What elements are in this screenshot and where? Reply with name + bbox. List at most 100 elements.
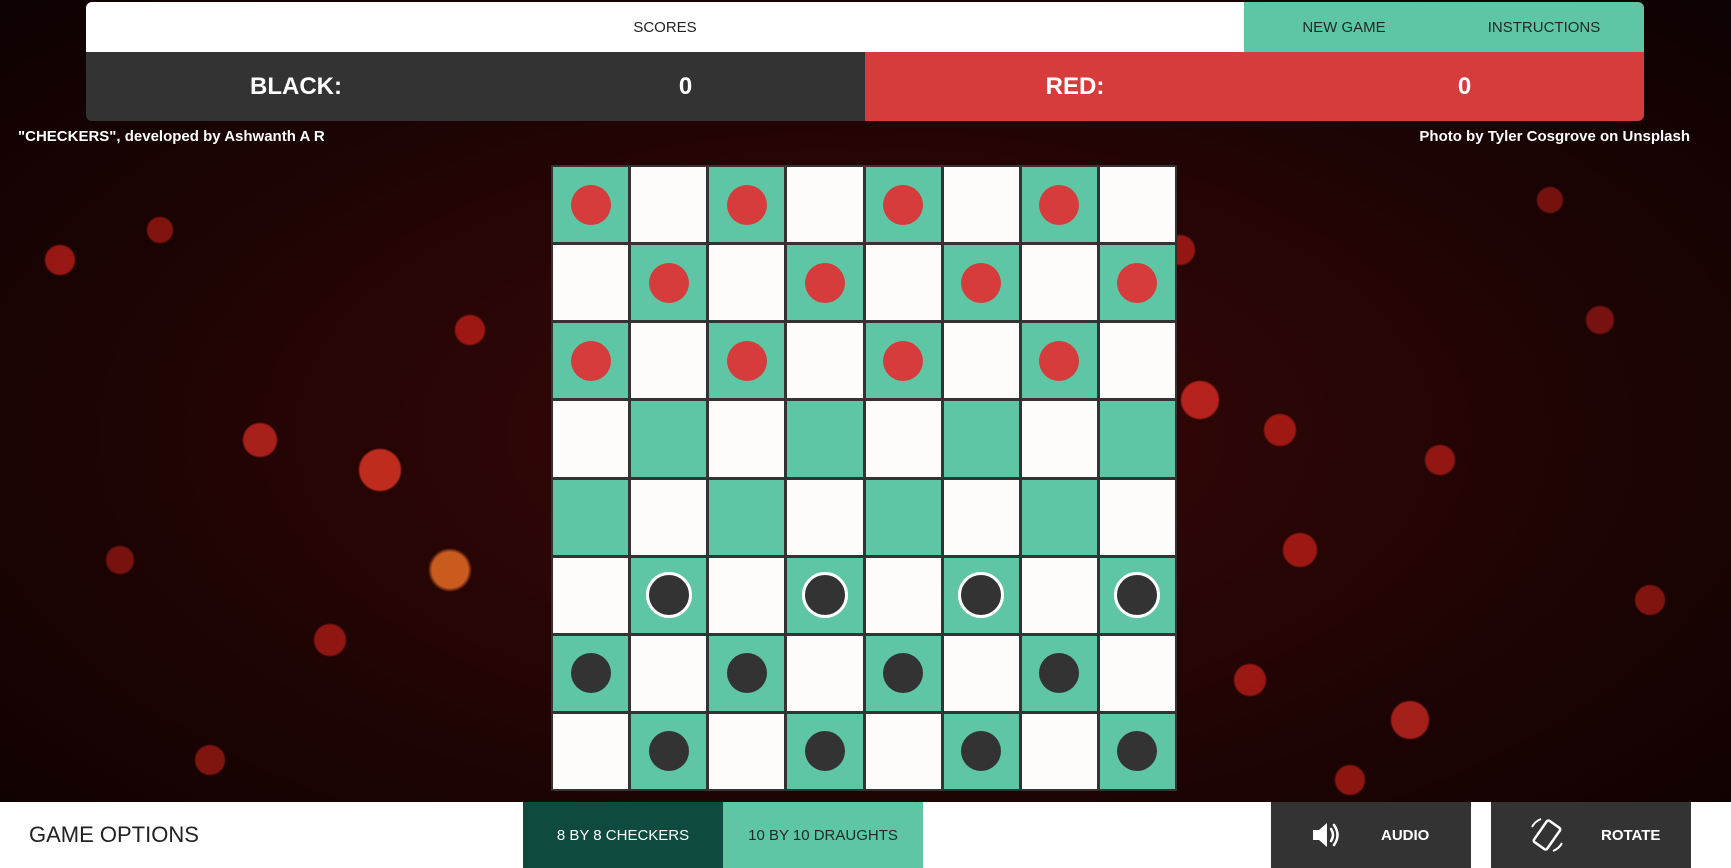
board-square[interactable] xyxy=(865,167,941,243)
red-piece[interactable] xyxy=(804,262,845,303)
speaker-icon xyxy=(1313,823,1339,847)
board-square[interactable] xyxy=(787,479,863,555)
board-square[interactable] xyxy=(943,557,1019,633)
board-square[interactable] xyxy=(709,713,785,789)
board-square[interactable] xyxy=(787,245,863,321)
red-piece[interactable] xyxy=(570,340,611,381)
board-square[interactable] xyxy=(787,635,863,711)
board-square[interactable] xyxy=(943,323,1019,399)
board-square[interactable] xyxy=(787,401,863,477)
red-piece[interactable] xyxy=(1117,262,1158,303)
board-square[interactable] xyxy=(553,323,629,399)
instructions-button[interactable]: INSTRUCTIONS xyxy=(1444,2,1644,52)
board-square[interactable] xyxy=(631,245,707,321)
mode-10x10-draughts-button[interactable]: 10 BY 10 DRAUGHTS xyxy=(723,802,923,868)
red-piece[interactable] xyxy=(1039,340,1080,381)
board-square[interactable] xyxy=(631,401,707,477)
board-square[interactable] xyxy=(943,635,1019,711)
board-square[interactable] xyxy=(631,479,707,555)
board-square[interactable] xyxy=(553,713,629,789)
board-square[interactable] xyxy=(553,167,629,243)
board-square[interactable] xyxy=(1021,713,1097,789)
board-square[interactable] xyxy=(943,401,1019,477)
board-square[interactable] xyxy=(1021,167,1097,243)
black-score-value: 0 xyxy=(678,72,693,100)
board-square[interactable] xyxy=(1021,479,1097,555)
red-piece[interactable] xyxy=(648,262,689,303)
board-square[interactable] xyxy=(631,167,707,243)
board-square[interactable] xyxy=(943,479,1019,555)
red-piece[interactable] xyxy=(1039,184,1080,225)
board-square[interactable] xyxy=(1099,323,1175,399)
board-square[interactable] xyxy=(1099,713,1175,789)
rotate-button[interactable]: ROTATE xyxy=(1491,802,1691,868)
black-piece[interactable] xyxy=(648,731,689,772)
board-square[interactable] xyxy=(1021,557,1097,633)
board-square[interactable] xyxy=(631,323,707,399)
red-score: RED: 0 xyxy=(865,52,1644,121)
board-square[interactable] xyxy=(709,401,785,477)
board-square[interactable] xyxy=(865,245,941,321)
board-square[interactable] xyxy=(1099,635,1175,711)
black-piece[interactable] xyxy=(726,653,767,694)
board-square[interactable] xyxy=(865,713,941,789)
board-square[interactable] xyxy=(1099,401,1175,477)
new-game-button[interactable]: NEW GAME xyxy=(1244,2,1444,52)
board-square[interactable] xyxy=(709,323,785,399)
black-piece[interactable] xyxy=(1039,653,1080,694)
board-square[interactable] xyxy=(1021,635,1097,711)
board-square[interactable] xyxy=(1099,167,1175,243)
red-piece[interactable] xyxy=(726,184,767,225)
black-piece[interactable] xyxy=(804,731,845,772)
board-square[interactable] xyxy=(865,479,941,555)
board-square[interactable] xyxy=(1099,479,1175,555)
board-square[interactable] xyxy=(709,479,785,555)
board-square[interactable] xyxy=(787,557,863,633)
black-piece-movable[interactable] xyxy=(1114,572,1161,619)
board-square[interactable] xyxy=(553,401,629,477)
board-square[interactable] xyxy=(553,245,629,321)
game-options-bar: GAME OPTIONS 8 BY 8 CHECKERS 10 BY 10 DR… xyxy=(0,802,1731,868)
board-square[interactable] xyxy=(865,323,941,399)
black-piece-movable[interactable] xyxy=(958,572,1005,619)
mode-8x8-checkers-button[interactable]: 8 BY 8 CHECKERS xyxy=(523,802,723,868)
board-square[interactable] xyxy=(943,245,1019,321)
board-square[interactable] xyxy=(787,713,863,789)
red-score-label: RED: xyxy=(1045,72,1105,100)
black-piece[interactable] xyxy=(883,653,924,694)
black-piece-movable[interactable] xyxy=(801,572,848,619)
black-score-label: BLACK: xyxy=(250,72,342,100)
red-piece[interactable] xyxy=(883,184,924,225)
board-square[interactable] xyxy=(553,635,629,711)
red-piece[interactable] xyxy=(883,340,924,381)
board-square[interactable] xyxy=(1021,245,1097,321)
board-square[interactable] xyxy=(631,635,707,711)
board-square[interactable] xyxy=(709,557,785,633)
board-square[interactable] xyxy=(787,167,863,243)
black-piece[interactable] xyxy=(1117,731,1158,772)
board-square[interactable] xyxy=(553,479,629,555)
red-piece[interactable] xyxy=(726,340,767,381)
black-piece-movable[interactable] xyxy=(645,572,692,619)
board-square[interactable] xyxy=(943,713,1019,789)
board-square[interactable] xyxy=(1021,401,1097,477)
board-square[interactable] xyxy=(631,557,707,633)
audio-button[interactable]: AUDIO xyxy=(1271,802,1471,868)
board-square[interactable] xyxy=(865,557,941,633)
board-square[interactable] xyxy=(943,167,1019,243)
board-square[interactable] xyxy=(709,167,785,243)
red-piece[interactable] xyxy=(570,184,611,225)
board-square[interactable] xyxy=(709,245,785,321)
board-square[interactable] xyxy=(865,635,941,711)
board-square[interactable] xyxy=(553,557,629,633)
board-square[interactable] xyxy=(1099,557,1175,633)
board-square[interactable] xyxy=(787,323,863,399)
black-piece[interactable] xyxy=(961,731,1002,772)
board-square[interactable] xyxy=(709,635,785,711)
board-square[interactable] xyxy=(1021,323,1097,399)
black-piece[interactable] xyxy=(570,653,611,694)
board-square[interactable] xyxy=(865,401,941,477)
board-square[interactable] xyxy=(1099,245,1175,321)
board-square[interactable] xyxy=(631,713,707,789)
red-piece[interactable] xyxy=(961,262,1002,303)
